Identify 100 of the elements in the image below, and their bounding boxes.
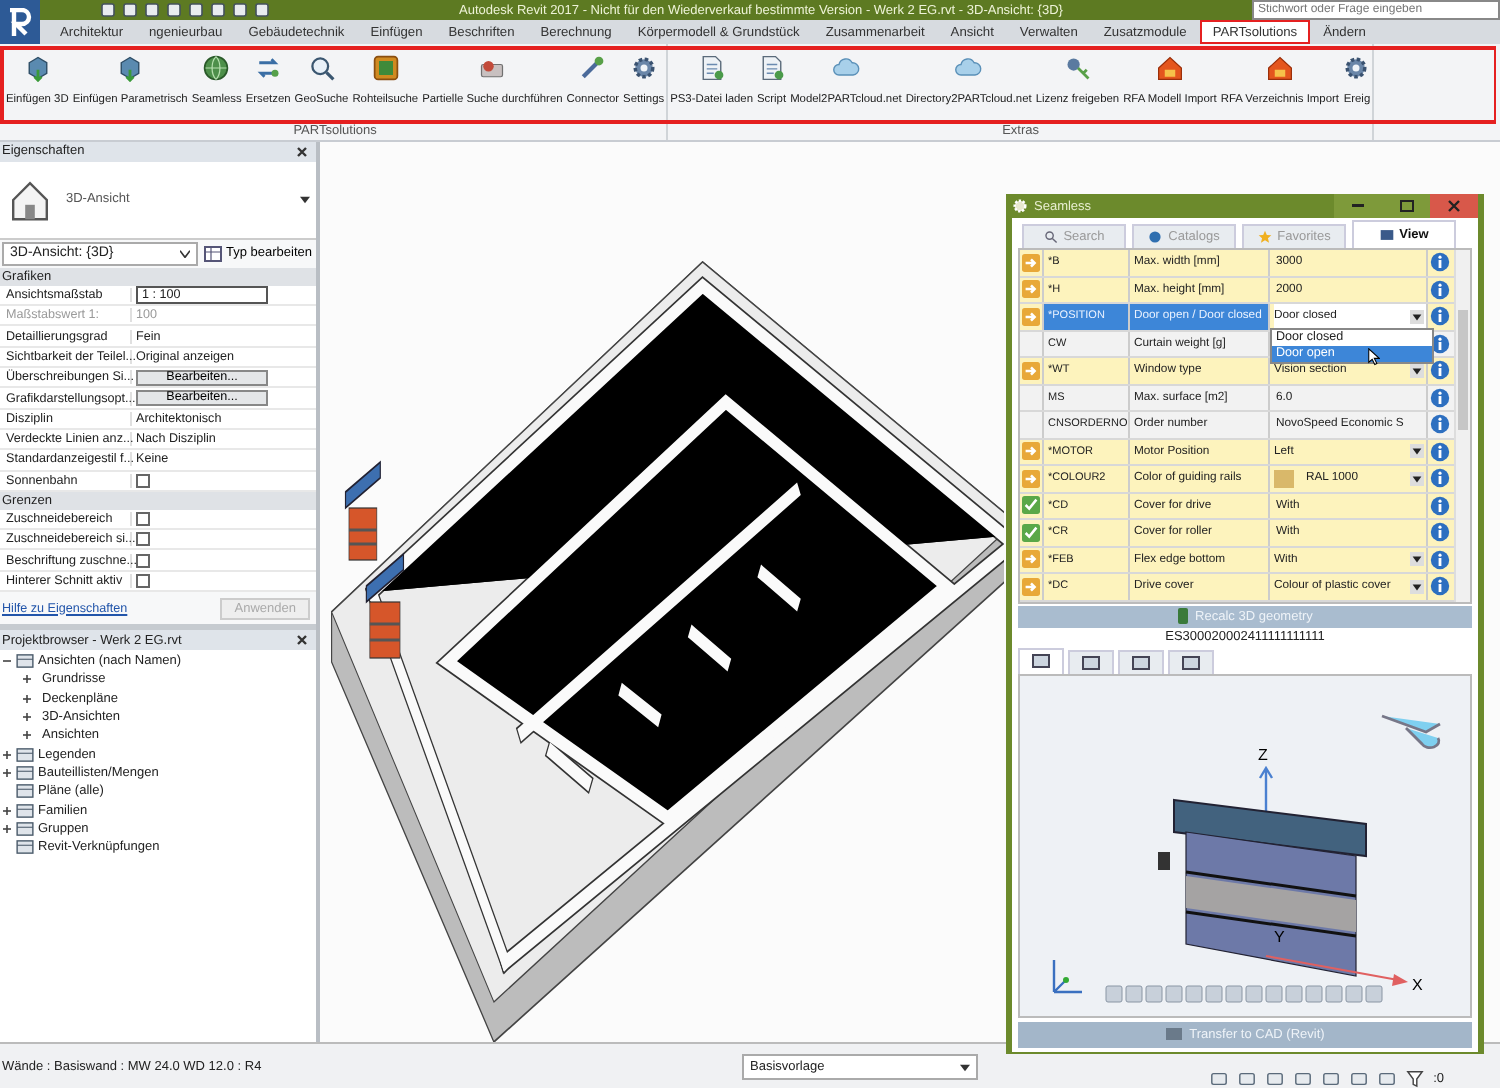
caret-icon [960, 1063, 970, 1071]
document-icon [697, 54, 726, 82]
house-icon [1155, 54, 1184, 82]
view-icon [1082, 655, 1100, 669]
caret-icon [1410, 444, 1424, 459]
arrow-icon [1022, 550, 1040, 569]
info-icon[interactable] [1430, 576, 1450, 597]
scrollbar[interactable] [1454, 250, 1470, 601]
arrow-icon [1022, 469, 1040, 488]
view-icon [16, 784, 34, 799]
tab-icon [1257, 230, 1272, 244]
tab-icon [1148, 230, 1163, 244]
close-button[interactable] [1430, 194, 1478, 218]
settings-icon [1342, 54, 1371, 82]
info-icon[interactable] [1430, 306, 1450, 327]
info-icon[interactable] [1430, 279, 1450, 300]
info-icon[interactable] [1430, 252, 1450, 273]
expand-toggle[interactable] [22, 712, 32, 723]
globe-icon [202, 54, 231, 82]
view-icon [1182, 655, 1200, 669]
caret-icon [179, 249, 190, 258]
maximize-button[interactable] [1382, 194, 1430, 218]
document-icon [757, 54, 786, 82]
preview-tab[interactable] [1168, 649, 1214, 673]
expand-toggle[interactable] [22, 730, 32, 741]
info-icon[interactable] [1430, 495, 1450, 516]
logo-icon [8, 8, 32, 36]
minimize-icon [1352, 204, 1364, 208]
view-icon [1132, 655, 1150, 669]
info-icon[interactable] [1430, 441, 1450, 462]
axis-arrow [1264, 954, 1407, 985]
export-icon [1165, 1028, 1182, 1040]
settings-icon [1012, 198, 1028, 214]
view-icon [1032, 654, 1050, 668]
info-icon[interactable] [1430, 333, 1450, 354]
info-icon[interactable] [1430, 414, 1450, 435]
checkbox[interactable] [136, 573, 150, 588]
axes-gizmo-icon [1051, 957, 1083, 993]
cloud-icon [954, 54, 983, 82]
check-icon [1022, 496, 1040, 515]
search-icon [307, 54, 336, 82]
checkbox[interactable] [136, 553, 150, 568]
cube-icon [116, 54, 145, 82]
check-icon [1022, 523, 1040, 542]
view-icon [16, 840, 34, 855]
view-icon [16, 654, 34, 669]
arrow-icon [1022, 253, 1040, 272]
arrow-icon [1022, 442, 1040, 461]
glasses-icon[interactable] [1379, 713, 1441, 749]
expand-toggle[interactable] [2, 749, 12, 760]
axis-label: Y [1273, 927, 1284, 945]
info-icon[interactable] [1430, 468, 1450, 489]
grid-icon [371, 54, 400, 82]
caret-icon [1410, 552, 1424, 567]
caret-icon [1410, 579, 1424, 594]
arrow-icon [1022, 307, 1040, 326]
caret-icon [1410, 309, 1424, 324]
view-icon [16, 821, 34, 836]
tab-icon [1043, 230, 1058, 244]
preview-tab[interactable] [1118, 649, 1164, 673]
roller-door-drawing [344, 460, 382, 561]
minimize-button[interactable] [1334, 194, 1382, 218]
expand-toggle[interactable] [22, 674, 32, 685]
wrench-icon [578, 54, 607, 82]
house-icon [1265, 54, 1294, 82]
arrow-icon [1022, 280, 1040, 299]
key-icon [1063, 54, 1092, 82]
settings-icon [629, 54, 658, 82]
preview-tab[interactable] [1068, 649, 1114, 673]
device-icon [1177, 608, 1188, 624]
preview-tab[interactable] [1018, 647, 1064, 673]
close-icon[interactable] [296, 634, 308, 646]
info-icon[interactable] [1430, 360, 1450, 381]
checkbox[interactable] [136, 511, 150, 526]
axis-label: X [1411, 975, 1422, 993]
close-icon [1448, 200, 1460, 212]
filter-icon[interactable] [1405, 1069, 1424, 1087]
expand-toggle[interactable] [2, 805, 12, 816]
checkbox[interactable] [136, 473, 150, 488]
axis-label: Z [1257, 745, 1267, 763]
expand-toggle[interactable] [2, 767, 12, 778]
tab-icon [1379, 228, 1394, 242]
info-icon[interactable] [1430, 522, 1450, 543]
arrow-icon [1022, 361, 1040, 380]
checkbox[interactable] [136, 532, 150, 547]
cube-icon [23, 54, 52, 82]
arrows-icon [254, 54, 283, 82]
view-icon [16, 765, 34, 780]
expand-toggle[interactable] [2, 656, 12, 667]
expand-toggle[interactable] [2, 823, 12, 834]
app-logo[interactable] [0, 0, 40, 44]
caret-icon [300, 195, 310, 204]
caret-icon [1410, 471, 1424, 486]
info-icon[interactable] [1430, 387, 1450, 408]
view-icon [16, 803, 34, 818]
arrow-icon [1022, 577, 1040, 596]
info-icon[interactable] [1430, 549, 1450, 570]
close-icon[interactable] [296, 145, 308, 158]
expand-toggle[interactable] [22, 693, 32, 704]
view-icon [16, 747, 34, 762]
